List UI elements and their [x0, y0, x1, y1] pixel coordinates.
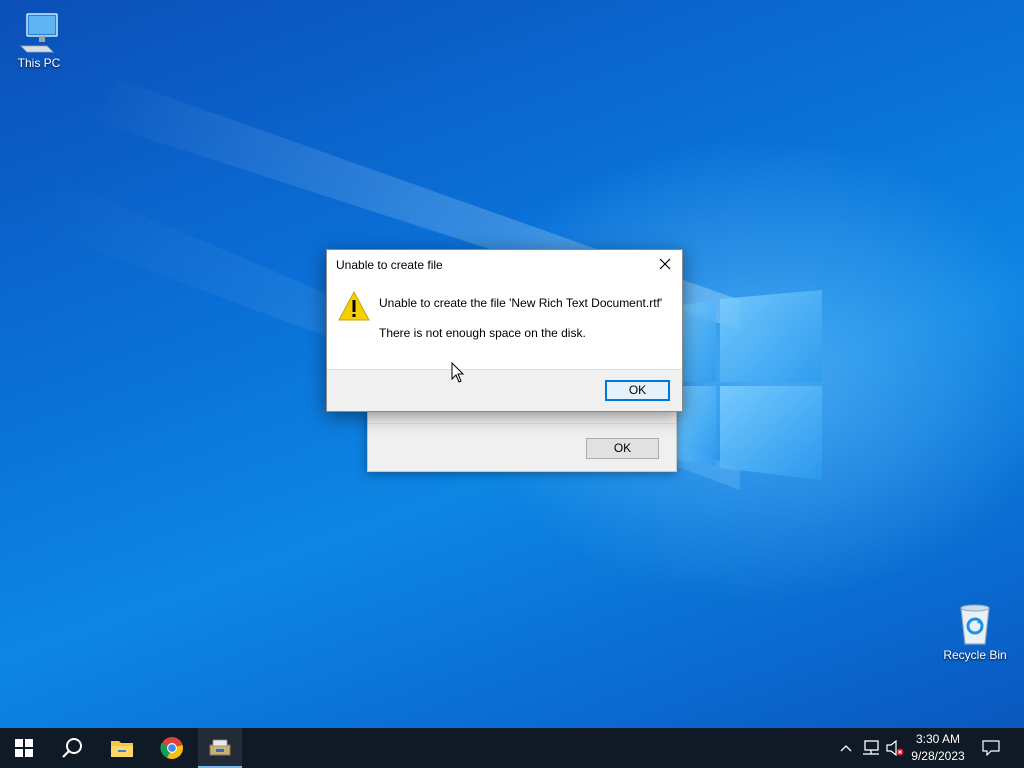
taskbar-chrome[interactable] — [148, 728, 196, 768]
start-icon — [15, 739, 33, 757]
dialog-message-primary: Unable to create the file 'New Rich Text… — [379, 296, 663, 310]
warning-icon — [338, 291, 370, 321]
close-button[interactable] — [648, 250, 682, 278]
volume-tray-button[interactable] — [884, 728, 906, 768]
background-ok-button[interactable]: OK — [586, 438, 659, 459]
taskbar-active-app[interactable] — [198, 728, 242, 768]
network-tray-button[interactable] — [859, 728, 883, 768]
desktop-icon-label: This PC — [17, 56, 61, 70]
installer-app-icon — [209, 739, 231, 756]
dialog-message-secondary: There is not enough space on the disk. — [379, 326, 586, 340]
recycle-bin-icon — [960, 604, 990, 645]
taskbar: 3:30 AM 9/28/2023 — [0, 728, 1024, 768]
desktop-icon-recycle-bin[interactable]: Recycle Bin — [938, 602, 1012, 662]
chrome-icon — [160, 737, 183, 759]
this-pc-icon — [20, 13, 58, 53]
start-button[interactable] — [0, 728, 48, 768]
chevron-up-icon — [840, 745, 852, 752]
show-hidden-icons-button[interactable] — [836, 728, 856, 768]
mouse-cursor-icon — [451, 362, 465, 383]
taskbar-file-explorer[interactable] — [98, 728, 146, 768]
error-dialog: Unable to create file Unable to create t… — [326, 249, 683, 412]
close-icon — [659, 258, 671, 270]
search-icon — [62, 738, 82, 758]
ok-button[interactable]: OK — [605, 380, 670, 401]
search-button[interactable] — [48, 728, 96, 768]
taskbar-clock[interactable]: 3:30 AM 9/28/2023 — [905, 731, 971, 765]
volume-muted-icon — [886, 740, 904, 756]
clock-date: 9/28/2023 — [911, 749, 965, 763]
file-explorer-icon — [111, 741, 133, 757]
network-icon — [863, 740, 879, 755]
action-center-button[interactable] — [978, 728, 1004, 768]
desktop-icon-label: Recycle Bin — [943, 648, 1007, 662]
clock-time: 3:30 AM — [915, 732, 961, 746]
notification-icon — [982, 740, 1000, 756]
dialog-footer: OK — [327, 369, 682, 411]
desktop-icon-this-pc[interactable]: This PC — [2, 10, 76, 70]
dialog-title: Unable to create file — [336, 258, 443, 272]
